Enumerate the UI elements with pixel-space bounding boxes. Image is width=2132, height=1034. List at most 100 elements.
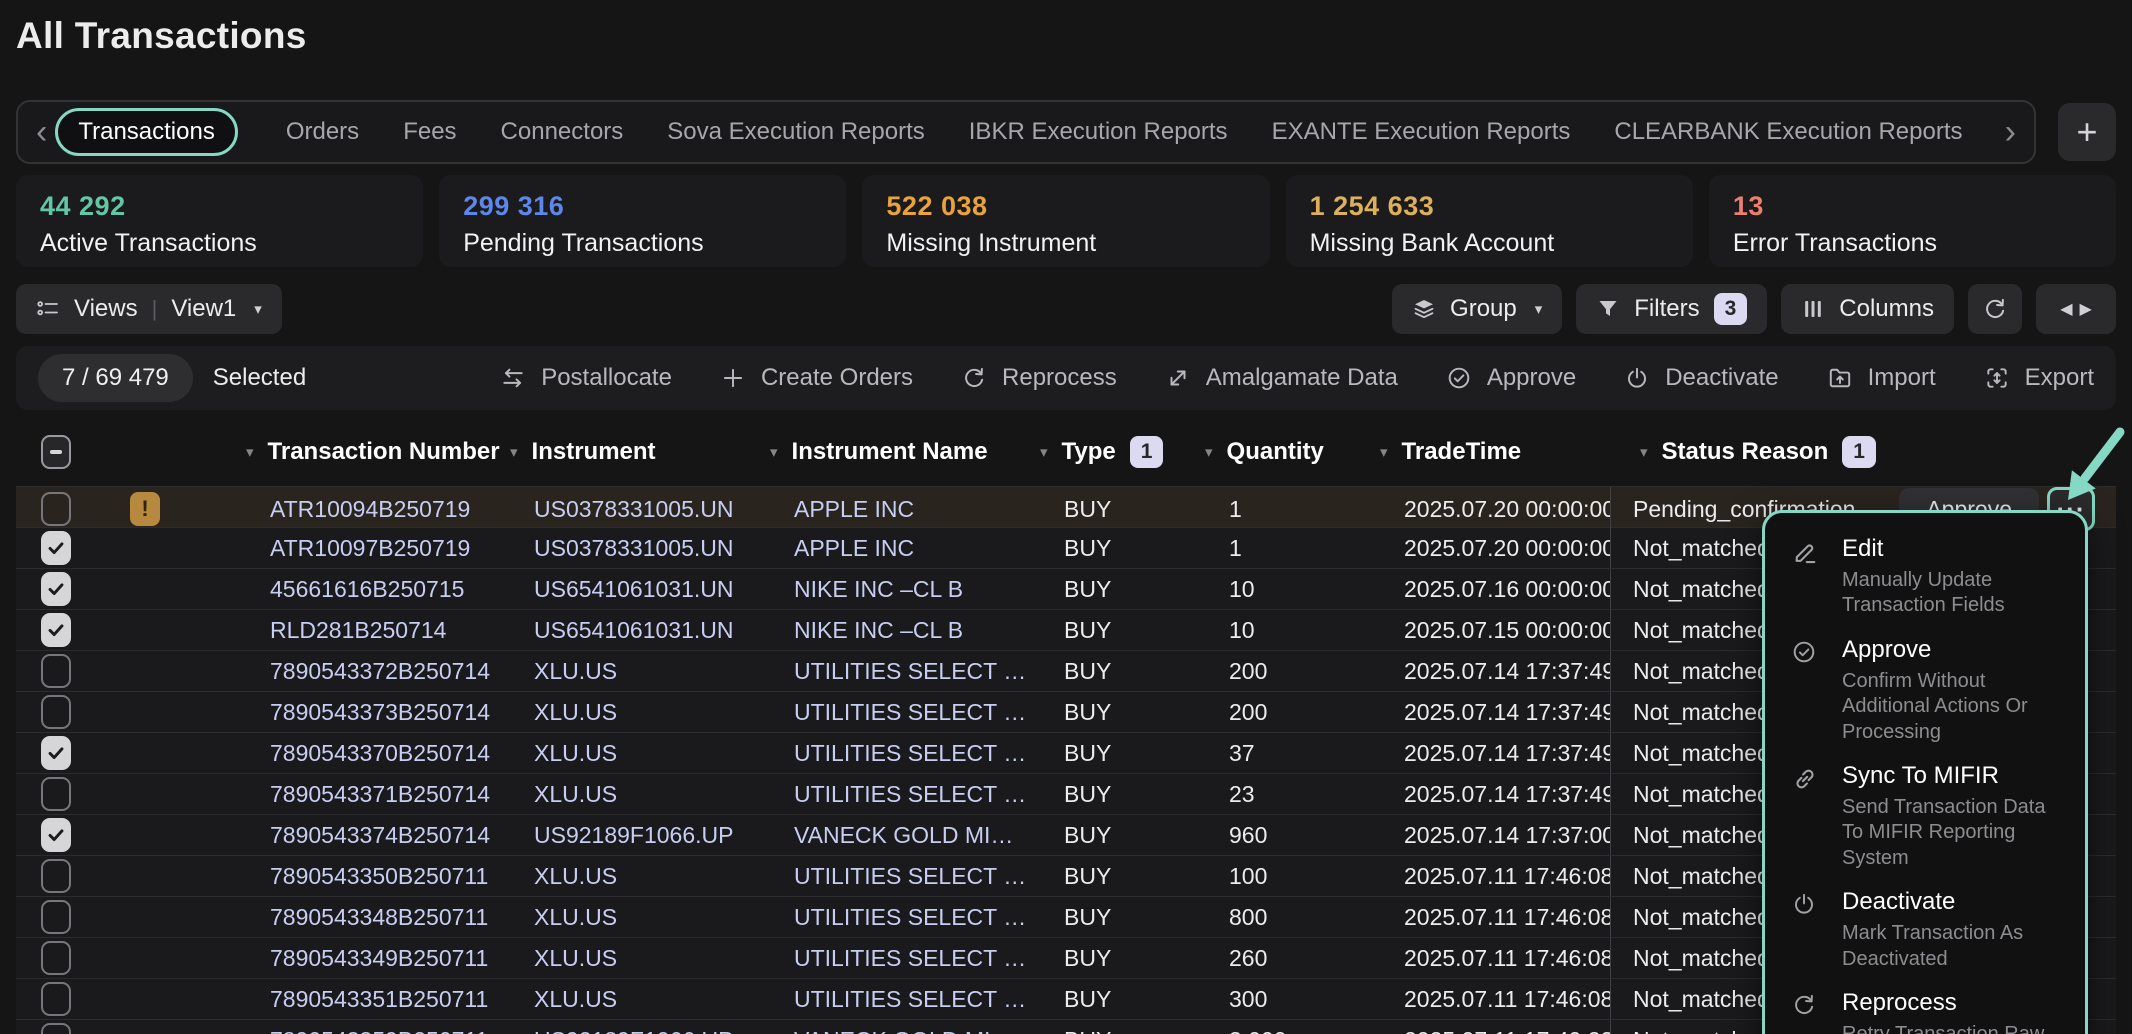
cell-transaction-number[interactable]: 7890543359B250711 (246, 1027, 510, 1034)
tabs-scroll-right-icon[interactable]: › (1997, 115, 2024, 149)
cell-instrument-name[interactable]: NIKE INC –CL B (770, 576, 1040, 603)
import-action[interactable]: Import (1827, 364, 1936, 392)
create-orders-action[interactable]: Create Orders (720, 364, 913, 392)
cell-instrument[interactable]: US92189F1066.UP (510, 822, 770, 849)
stat-card-error-transactions[interactable]: 13 Error Transactions (1709, 175, 2116, 267)
column-header-transaction-number[interactable]: ▾ Transaction Number (246, 438, 510, 466)
row-checkbox[interactable] (41, 531, 71, 565)
row-checkbox[interactable] (41, 982, 71, 1016)
tab-orders[interactable]: Orders (286, 118, 359, 146)
tab-exante-execution-reports[interactable]: EXANTE Execution Reports (1272, 118, 1571, 146)
filters-button[interactable]: Filters 3 (1576, 284, 1767, 334)
cell-transaction-number[interactable]: 7890543351B250711 (246, 986, 510, 1013)
cell-transaction-number[interactable]: 45661616B250715 (246, 576, 510, 603)
row-checkbox[interactable] (41, 859, 71, 893)
column-menu-icon[interactable]: ▾ (1205, 443, 1213, 461)
cell-instrument[interactable]: US6541061031.UN (510, 576, 770, 603)
stat-card-missing-bank-account[interactable]: 1 254 633 Missing Bank Account (1286, 175, 1693, 267)
row-checkbox[interactable] (41, 777, 71, 811)
cell-transaction-number[interactable]: RLD281B250714 (246, 617, 510, 644)
cell-instrument[interactable]: XLU.US (510, 699, 770, 726)
column-menu-icon[interactable]: ▾ (1640, 443, 1648, 461)
menu-item-approve[interactable]: Approve Confirm Without Additional Actio… (1791, 636, 2059, 745)
cell-instrument-name[interactable]: UTILITIES SELECT … (770, 781, 1040, 808)
tab-connectors[interactable]: Connectors (501, 118, 624, 146)
column-header-status-reason[interactable]: ▾ Status Reason 1 (1610, 436, 2116, 467)
cell-transaction-number[interactable]: 7890543374B250714 (246, 822, 510, 849)
cell-instrument[interactable]: XLU.US (510, 658, 770, 685)
cell-instrument[interactable]: XLU.US (510, 863, 770, 890)
column-menu-icon[interactable]: ▾ (770, 443, 778, 461)
row-checkbox[interactable] (41, 695, 71, 729)
tab-clearbank-execution-reports[interactable]: CLEARBANK Execution Reports (1614, 118, 1962, 146)
cell-instrument[interactable]: XLU.US (510, 781, 770, 808)
column-header-type[interactable]: ▾ Type 1 (1040, 436, 1205, 467)
cell-instrument-name[interactable]: UTILITIES SELECT … (770, 863, 1040, 890)
cell-instrument[interactable]: XLU.US (510, 904, 770, 931)
cell-instrument-name[interactable]: VANECK GOLD MI… (770, 822, 1040, 849)
deactivate-action[interactable]: Deactivate (1624, 364, 1778, 392)
row-checkbox[interactable] (41, 572, 71, 606)
add-tab-button[interactable]: + (2058, 103, 2116, 161)
menu-item-deactivate[interactable]: Deactivate Mark Transaction As Deactivat… (1791, 888, 2059, 972)
tab-transactions[interactable]: Transactions (55, 108, 238, 156)
cell-instrument-name[interactable]: APPLE INC (770, 496, 1040, 523)
column-menu-icon[interactable]: ▾ (1380, 443, 1388, 461)
cell-transaction-number[interactable]: 7890543371B250714 (246, 781, 510, 808)
row-checkbox[interactable] (41, 492, 71, 526)
group-button[interactable]: Group ▾ (1392, 284, 1562, 334)
cell-instrument[interactable]: US0378331005.UN (510, 535, 770, 562)
column-header-instrument-name[interactable]: ▾ Instrument Name (770, 438, 1040, 466)
columns-button[interactable]: Columns (1781, 284, 1954, 334)
cell-instrument[interactable]: XLU.US (510, 945, 770, 972)
column-menu-icon[interactable]: ▾ (1040, 443, 1048, 461)
cell-transaction-number[interactable]: ATR10097B250719 (246, 535, 510, 562)
cell-instrument[interactable]: XLU.US (510, 740, 770, 767)
row-checkbox[interactable] (41, 941, 71, 975)
row-checkbox[interactable] (41, 818, 71, 852)
tabs-scroll-left-icon[interactable]: ‹ (28, 115, 55, 149)
approve-action[interactable]: Approve (1446, 364, 1576, 392)
column-header-quantity[interactable]: ▾ Quantity (1205, 438, 1380, 466)
collapse-panels-button[interactable]: ◀ ▶ (2036, 284, 2116, 334)
reprocess-action[interactable]: Reprocess (961, 364, 1117, 392)
warning-icon[interactable]: ! (130, 492, 160, 526)
cell-transaction-number[interactable]: 7890543350B250711 (246, 863, 510, 890)
views-button[interactable]: Views | View1 ▾ (16, 284, 282, 334)
tab-fees[interactable]: Fees (403, 118, 456, 146)
row-checkbox[interactable] (41, 1023, 71, 1034)
column-header-instrument[interactable]: ▾ Instrument (510, 438, 770, 466)
row-checkbox[interactable] (41, 736, 71, 770)
export-action[interactable]: Export (1984, 364, 2094, 392)
menu-item-reprocess[interactable]: Reprocess Retry Transaction Raw Data Ext… (1791, 989, 2059, 1034)
column-menu-icon[interactable]: ▾ (246, 443, 254, 461)
column-menu-icon[interactable]: ▾ (510, 443, 518, 461)
cell-transaction-number[interactable]: 7890543373B250714 (246, 699, 510, 726)
stat-card-missing-instrument[interactable]: 522 038 Missing Instrument (862, 175, 1269, 267)
amalgamate-data-action[interactable]: Amalgamate Data (1165, 364, 1398, 392)
cell-transaction-number[interactable]: 7890543372B250714 (246, 658, 510, 685)
select-all-checkbox[interactable] (41, 435, 71, 469)
cell-instrument[interactable]: US6541061031.UN (510, 617, 770, 644)
cell-instrument-name[interactable]: UTILITIES SELECT … (770, 904, 1040, 931)
cell-instrument-name[interactable]: NIKE INC –CL B (770, 617, 1040, 644)
cell-transaction-number[interactable]: 7890543348B250711 (246, 904, 510, 931)
cell-instrument-name[interactable]: UTILITIES SELECT … (770, 740, 1040, 767)
tab-ibkr-execution-reports[interactable]: IBKR Execution Reports (969, 118, 1228, 146)
cell-transaction-number[interactable]: 7890543370B250714 (246, 740, 510, 767)
tab-sova-execution-reports[interactable]: Sova Execution Reports (667, 118, 924, 146)
row-checkbox[interactable] (41, 900, 71, 934)
cell-instrument-name[interactable]: UTILITIES SELECT … (770, 945, 1040, 972)
cell-transaction-number[interactable]: ATR10094B250719 (246, 496, 510, 523)
stat-card-pending-transactions[interactable]: 299 316 Pending Transactions (439, 175, 846, 267)
row-checkbox[interactable] (41, 654, 71, 688)
cell-instrument-name[interactable]: APPLE INC (770, 535, 1040, 562)
cell-instrument-name[interactable]: UTILITIES SELECT … (770, 658, 1040, 685)
cell-instrument[interactable]: US92189F1066.UP (510, 1027, 770, 1034)
postallocate-action[interactable]: Postallocate (500, 364, 672, 392)
cell-instrument-name[interactable]: UTILITIES SELECT … (770, 986, 1040, 1013)
column-header-tradetime[interactable]: ▾ TradeTime (1380, 438, 1610, 466)
cell-transaction-number[interactable]: 7890543349B250711 (246, 945, 510, 972)
stat-card-active-transactions[interactable]: 44 292 Active Transactions (16, 175, 423, 267)
row-checkbox[interactable] (41, 613, 71, 647)
